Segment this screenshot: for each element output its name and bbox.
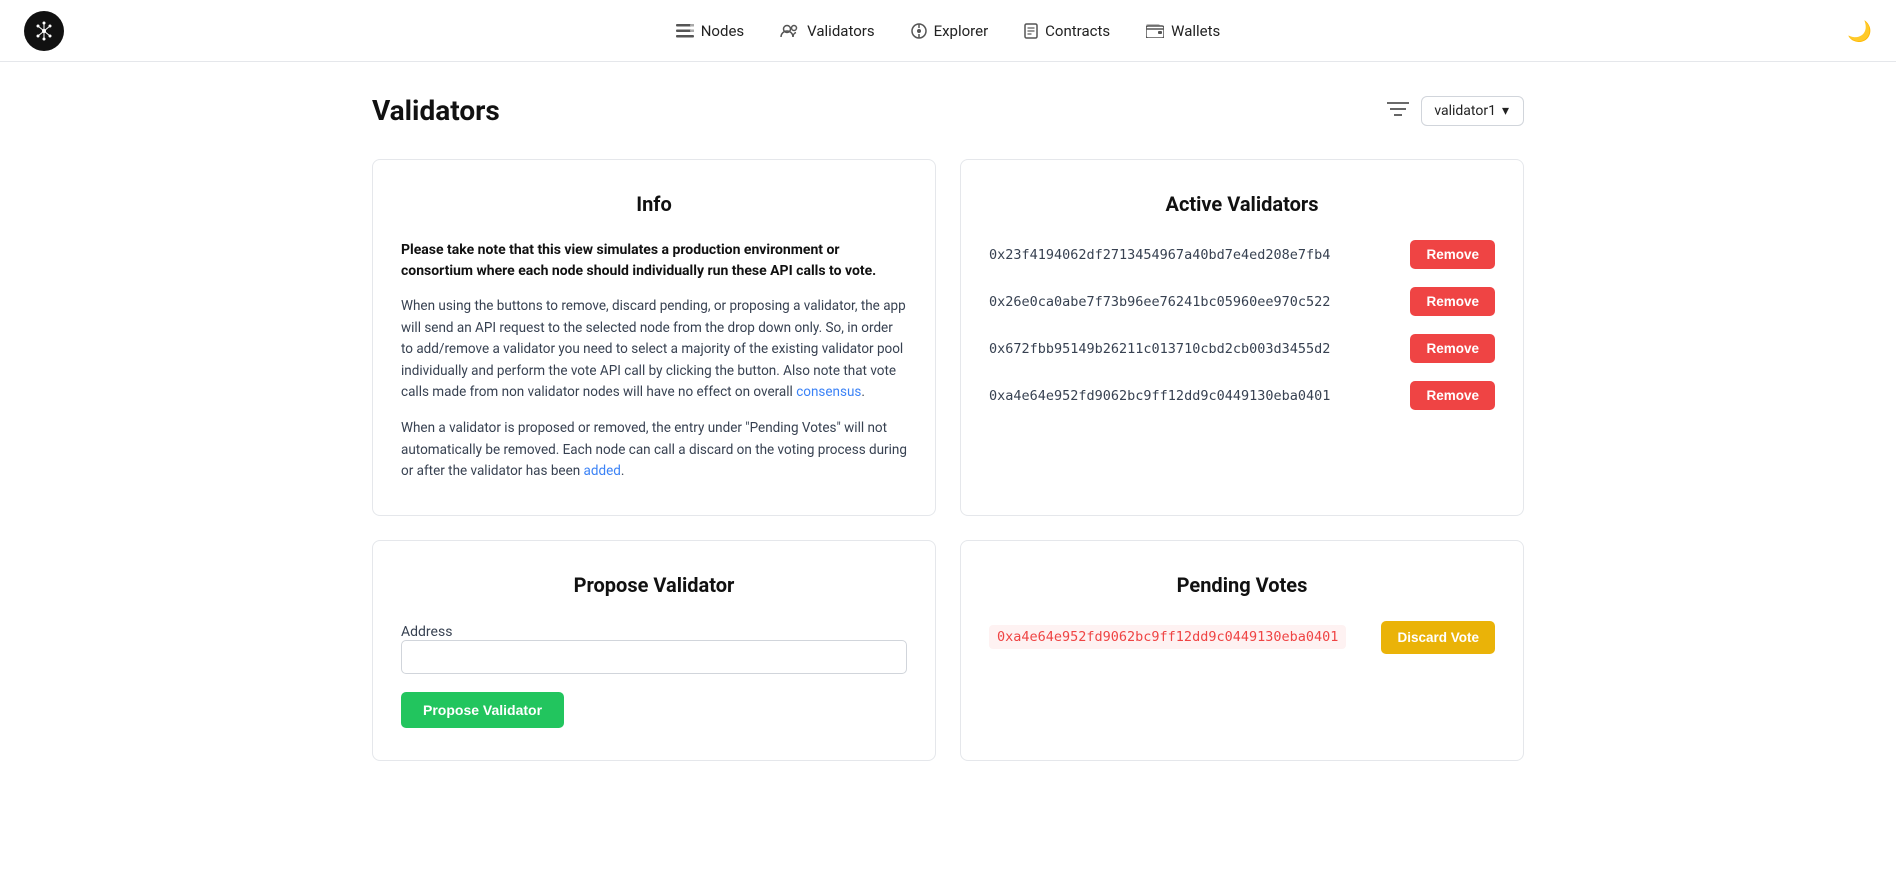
propose-validator-button[interactable]: Propose Validator: [401, 692, 564, 728]
nav-validators-label: Validators: [807, 22, 874, 40]
active-validators-title: Active Validators: [989, 192, 1495, 216]
contracts-icon: [1024, 23, 1038, 39]
nav-menu: Nodes Validators: [676, 18, 1221, 44]
pending-votes-card: Pending Votes 0xa4e64e952fd9062bc9ff12dd…: [960, 540, 1524, 761]
validator-row: 0xa4e64e952fd9062bc9ff12dd9c0449130eba04…: [989, 381, 1495, 410]
cards-grid: Info Please take note that this view sim…: [372, 159, 1524, 761]
nav-item-wallets[interactable]: Wallets: [1146, 18, 1220, 44]
app-logo[interactable]: [24, 11, 64, 51]
navbar: Nodes Validators: [0, 0, 1896, 62]
header-right: validator1 ▾: [1387, 96, 1524, 126]
added-link[interactable]: added: [584, 463, 621, 479]
validator-address-2: 0x26e0ca0abe7f73b96ee76241bc05960ee970c5…: [989, 294, 1330, 310]
nav-item-nodes[interactable]: Nodes: [676, 18, 744, 44]
active-validators-card: Active Validators 0x23f4194062df27134549…: [960, 159, 1524, 516]
page-content: Validators validator1 ▾ Info Please take…: [348, 62, 1548, 809]
validator-dropdown[interactable]: validator1 ▾: [1421, 96, 1524, 126]
nav-nodes-label: Nodes: [701, 22, 744, 40]
nav-item-contracts[interactable]: Contracts: [1024, 18, 1110, 44]
nav-wallets-label: Wallets: [1171, 22, 1220, 40]
dropdown-selected-value: validator1: [1434, 103, 1496, 119]
validators-icon: [780, 24, 800, 38]
validator-row: 0x23f4194062df2713454967a40bd7e4ed208e7f…: [989, 240, 1495, 269]
info-card: Info Please take note that this view sim…: [372, 159, 936, 516]
validator-address-3: 0x672fbb95149b26211c013710cbd2cb003d3455…: [989, 341, 1330, 357]
pending-vote-row: 0xa4e64e952fd9062bc9ff12dd9c0449130eba04…: [989, 621, 1495, 654]
discard-vote-button[interactable]: Discard Vote: [1381, 621, 1495, 654]
pending-vote-address-1: 0xa4e64e952fd9062bc9ff12dd9c0449130eba04…: [989, 625, 1346, 649]
page-header: Validators validator1 ▾: [372, 94, 1524, 127]
remove-validator-1-button[interactable]: Remove: [1410, 240, 1495, 269]
nav-item-explorer[interactable]: Explorer: [911, 18, 989, 44]
consensus-link[interactable]: consensus: [796, 384, 861, 400]
validator-row: 0x672fbb95149b26211c013710cbd2cb003d3455…: [989, 334, 1495, 363]
remove-validator-2-button[interactable]: Remove: [1410, 287, 1495, 316]
filter-icon[interactable]: [1387, 99, 1409, 123]
info-paragraph-2: When a validator is proposed or removed,…: [401, 418, 907, 483]
validator-address-4: 0xa4e64e952fd9062bc9ff12dd9c0449130eba04…: [989, 388, 1330, 404]
page-title: Validators: [372, 94, 500, 127]
nodes-icon: [676, 24, 694, 38]
nav-item-validators[interactable]: Validators: [780, 18, 874, 44]
remove-validator-3-button[interactable]: Remove: [1410, 334, 1495, 363]
remove-validator-4-button[interactable]: Remove: [1410, 381, 1495, 410]
info-bold-text: Please take note that this view simulate…: [401, 240, 907, 282]
propose-validator-title: Propose Validator: [401, 573, 907, 597]
dropdown-chevron-icon: ▾: [1502, 103, 1509, 119]
validator-address-1: 0x23f4194062df2713454967a40bd7e4ed208e7f…: [989, 247, 1330, 263]
address-label: Address: [401, 624, 452, 640]
wallets-icon: [1146, 24, 1164, 38]
nav-contracts-label: Contracts: [1045, 22, 1110, 40]
validator-row: 0x26e0ca0abe7f73b96ee76241bc05960ee970c5…: [989, 287, 1495, 316]
propose-validator-card: Propose Validator Address Propose Valida…: [372, 540, 936, 761]
pending-votes-title: Pending Votes: [989, 573, 1495, 597]
dark-mode-toggle[interactable]: 🌙: [1847, 19, 1872, 43]
info-paragraph-1: When using the buttons to remove, discar…: [401, 296, 907, 404]
address-input[interactable]: [401, 640, 907, 674]
explorer-icon: [911, 23, 927, 39]
info-card-title: Info: [401, 192, 907, 216]
nav-explorer-label: Explorer: [934, 22, 989, 40]
